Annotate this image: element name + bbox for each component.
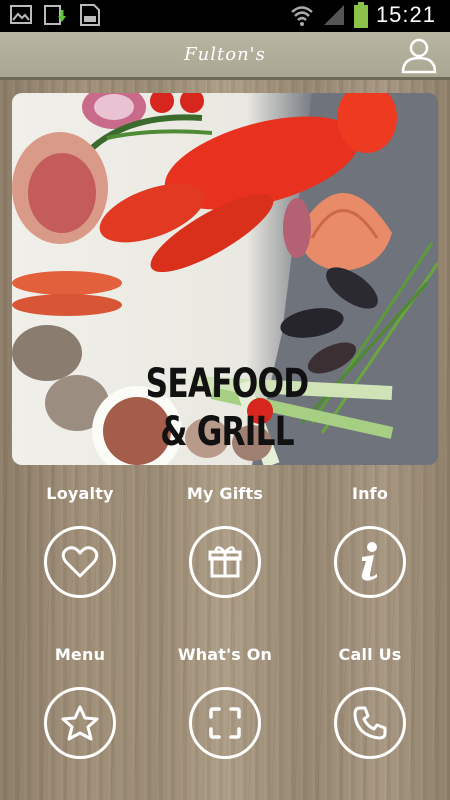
tile-info[interactable]: Info: [295, 478, 445, 639]
app-header: Fulton's: [0, 32, 450, 80]
tile-label: My Gifts: [186, 484, 264, 503]
system-icons: 15:21: [290, 2, 436, 28]
app-title: Fulton's: [184, 44, 266, 65]
tile-loyalty[interactable]: Loyalty: [5, 478, 155, 639]
wifi-icon: [291, 6, 313, 26]
tile-menu[interactable]: Menu: [5, 639, 155, 800]
heart-icon: [44, 526, 116, 598]
hero-banner[interactable]: SEAFOOD & GRILL: [12, 93, 438, 465]
tile-label: Info: [351, 484, 389, 503]
sd-card-icon: [80, 4, 100, 26]
download-icon: [44, 5, 66, 25]
tile-label: Call Us: [338, 645, 402, 664]
tile-label: Menu: [54, 645, 106, 664]
notification-icons: [10, 4, 102, 26]
phone-icon: [334, 687, 406, 759]
gift-icon: [189, 526, 261, 598]
battery-icon: [353, 2, 368, 28]
gallery-icon: [10, 5, 32, 24]
banner-line-2: & GRILL: [160, 409, 294, 455]
tile-my-gifts[interactable]: My Gifts: [150, 478, 300, 639]
status-bar: 15:21: [0, 0, 450, 32]
star-icon: [44, 687, 116, 759]
signal-icon: [323, 5, 344, 25]
tile-label: Loyalty: [46, 484, 114, 503]
info-icon: [334, 526, 406, 598]
tile-call-us[interactable]: Call Us: [295, 639, 445, 800]
user-icon[interactable]: [400, 36, 438, 74]
tile-whats-on[interactable]: What's On: [150, 639, 300, 800]
clock: 15:21: [375, 2, 436, 27]
banner-line-1: SEAFOOD: [145, 361, 310, 407]
tile-label: What's On: [177, 645, 273, 664]
scan-icon: [189, 687, 261, 759]
